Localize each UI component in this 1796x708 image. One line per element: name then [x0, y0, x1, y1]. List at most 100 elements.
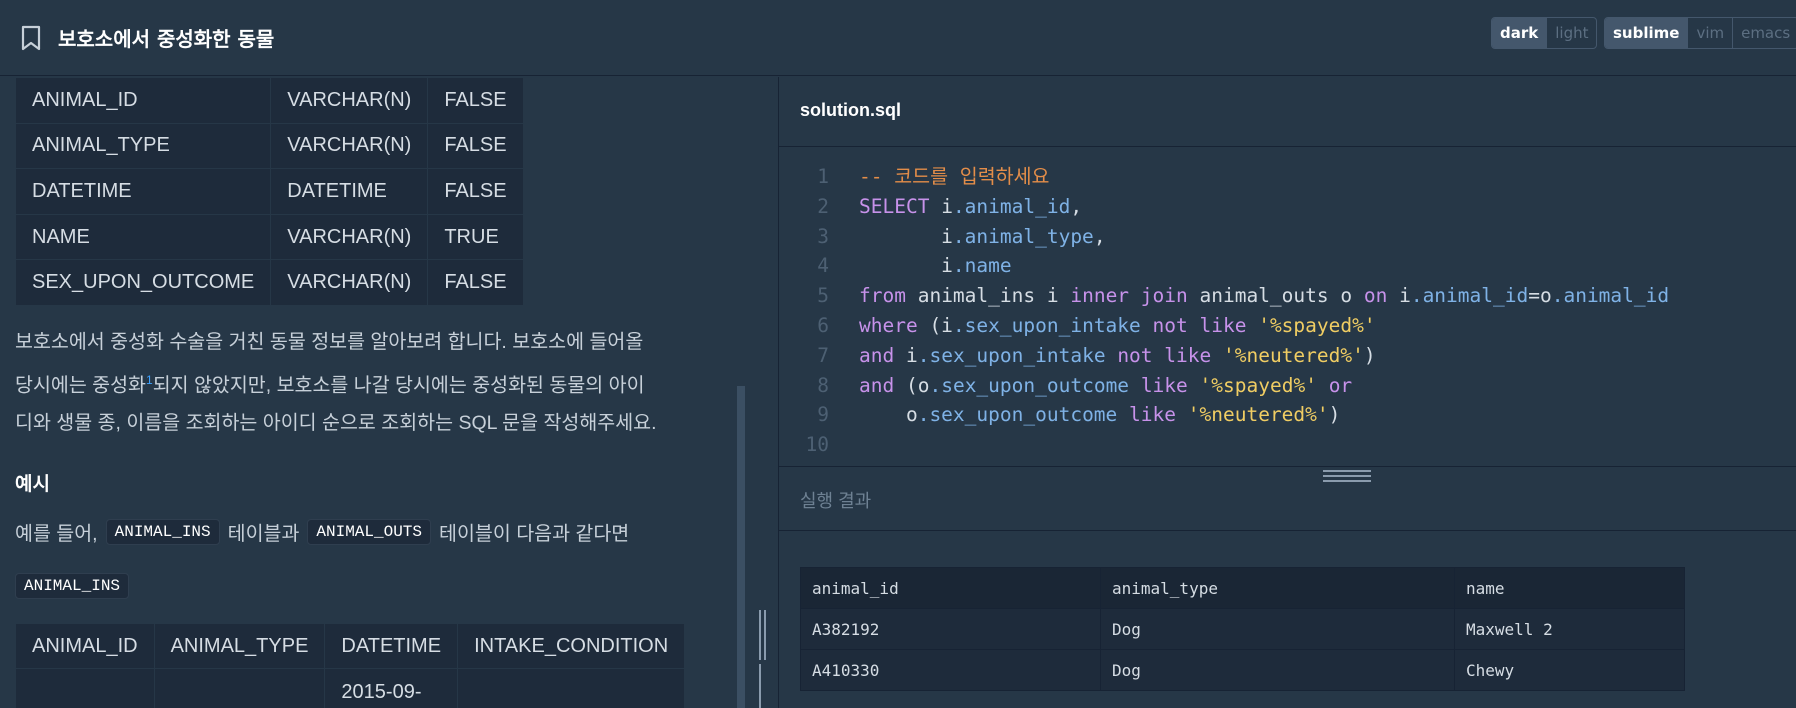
code-token: inner join: [1070, 284, 1188, 308]
code-token: .animal_type: [952, 224, 1094, 248]
result-header: 실행 결과: [779, 467, 1796, 531]
code-token: i: [894, 343, 918, 367]
code-text[interactable]: i.animal_type,: [829, 222, 1106, 252]
code-line[interactable]: 1 -- 코드를 입력하세요: [779, 162, 1669, 192]
page-title: 보호소에서 중성화한 동물: [58, 27, 275, 51]
theme-dark-option[interactable]: dark: [1492, 18, 1547, 48]
code-line[interactable]: 10: [779, 430, 1669, 460]
code-text[interactable]: i.name: [829, 251, 1012, 281]
code-text[interactable]: o.sex_upon_outcome like '%neutered%'): [829, 400, 1340, 430]
code-text[interactable]: [829, 430, 859, 460]
code-token: from: [859, 284, 906, 308]
code-text[interactable]: and i.sex_upon_intake not like '%neutere…: [829, 341, 1376, 371]
result-header-row: animal_id animal_type name: [800, 567, 1685, 609]
code-token: =o: [1528, 284, 1552, 308]
code-token: .animal_id: [1410, 284, 1529, 308]
table-cell: TRUE: [427, 213, 524, 261]
line-number: 2: [817, 194, 829, 218]
keymap-emacs-option[interactable]: emacs: [1732, 18, 1796, 48]
bookmark-icon[interactable]: [20, 25, 42, 51]
code-editor[interactable]: 1 -- 코드를 입력하세요 2 SELECT i.animal_id, 3 i.ani…: [779, 148, 1796, 468]
horizontal-split-handle[interactable]: [1323, 470, 1371, 484]
line-number: 4: [817, 254, 829, 278]
table-cell: 2015-09-: [324, 668, 459, 708]
line-number: 1: [817, 165, 829, 188]
table-header-cell: INTAKE_CONDITION: [457, 623, 686, 669]
footnote-link[interactable]: 1: [146, 373, 153, 387]
line-number: 10: [805, 433, 829, 457]
table-row: ANIMAL_ID VARCHAR(N) FALSE: [14, 77, 524, 124]
result-column-header: name: [1454, 567, 1685, 609]
table-cell: FALSE: [427, 122, 524, 170]
result-table: animal_id animal_type name A382192 Dog Maxwel…: [800, 567, 1685, 691]
code-line[interactable]: 7 and i.sex_upon_intake not like '%neuter…: [779, 341, 1669, 371]
problem-panel[interactable]: ANIMAL_ID VARCHAR(N) FALSE ANIMAL_TYPE VARCH…: [0, 77, 760, 708]
theme-light-option[interactable]: light: [1546, 18, 1596, 48]
table-cell: NAME: [14, 213, 272, 261]
table-cell: [457, 668, 686, 708]
code-token: '%spayed%': [1258, 313, 1376, 337]
code-text[interactable]: -- 코드를 입력하세요: [829, 162, 1049, 192]
file-name-tab[interactable]: solution.sql: [800, 100, 901, 121]
table-header-cell: ANIMAL_ID: [15, 623, 155, 669]
code-token: ): [1363, 343, 1376, 367]
result-column-header: animal_id: [800, 567, 1101, 609]
table-cell: [153, 668, 326, 708]
example-heading: 예시: [15, 474, 50, 495]
table-cell: ANIMAL_TYPE: [14, 122, 272, 170]
code-token: .sex_upon_intake: [952, 313, 1141, 337]
code-line[interactable]: 5 from animal_ins i inner join animal_out…: [779, 281, 1669, 311]
code-token: not like: [1152, 313, 1247, 337]
example-text-middle: 테이블과: [227, 523, 300, 545]
description-text: 당시에는 중성화: [15, 374, 146, 396]
table-row: ANIMAL_TYPE VARCHAR(N) FALSE: [14, 122, 524, 170]
code-text[interactable]: from animal_ins i inner join animal_outs…: [829, 281, 1669, 311]
code-chip-table-name: ANIMAL_INS: [15, 573, 130, 599]
code-line[interactable]: 4 i.name: [779, 251, 1669, 281]
keymap-vim-option[interactable]: vim: [1687, 18, 1732, 48]
keymap-sublime-option[interactable]: sublime: [1605, 18, 1688, 48]
table-cell: SEX_UPON_OUTCOME: [14, 259, 272, 306]
editor-panel: solution.sql 1 -- 코드를 입력하세요 2 SELECT i.anim…: [778, 77, 1796, 708]
code-token: ,: [1093, 224, 1106, 248]
result-cell: A410330: [800, 649, 1101, 691]
code-token: i: [859, 254, 953, 278]
schema-table: ANIMAL_ID VARCHAR(N) FALSE ANIMAL_TYPE VARCH…: [14, 77, 524, 306]
line-number: 7: [817, 343, 829, 367]
code-token: animal_ins i: [905, 284, 1071, 308]
code-text[interactable]: where (i.sex_upon_intake not like '%spay…: [829, 311, 1376, 341]
theme-toggle: dark light: [1491, 17, 1598, 49]
problem-scrollbar[interactable]: [737, 386, 745, 708]
table-cell: VARCHAR(N): [270, 122, 429, 170]
code-text[interactable]: SELECT i.animal_id,: [829, 192, 1082, 222]
code-line[interactable]: 8 and (o.sex_upon_outcome like '%spayed%'…: [779, 371, 1669, 401]
code-line[interactable]: 6 where (i.sex_upon_intake not like '%spa…: [779, 311, 1669, 341]
result-cell: Maxwell 2: [1454, 608, 1685, 650]
line-number: 6: [817, 313, 829, 337]
code-line[interactable]: 3 i.animal_type,: [779, 222, 1669, 252]
example-text-before: 예를 들어,: [15, 523, 98, 545]
table-cell: FALSE: [427, 77, 524, 124]
result-cell: Chewy: [1454, 649, 1685, 691]
code-token: .name: [952, 254, 1012, 278]
code-token: animal_outs o: [1187, 284, 1364, 308]
table-cell: VARCHAR(N): [270, 77, 429, 124]
table-header-cell: ANIMAL_TYPE: [153, 623, 326, 669]
code-token: '%spayed%': [1199, 373, 1317, 397]
code-line[interactable]: 9 o.sex_upon_outcome like '%neutered%'): [779, 400, 1669, 430]
code-lines[interactable]: 1 -- 코드를 입력하세요 2 SELECT i.animal_id, 3 i.ani…: [779, 162, 1670, 460]
table-cell: [15, 668, 155, 708]
code-token: where: [859, 313, 918, 337]
table-row: 2015-09-: [15, 668, 686, 708]
code-text[interactable]: and (o.sex_upon_outcome like '%spayed%' …: [829, 371, 1352, 401]
code-token: i: [929, 194, 953, 218]
code-line[interactable]: 2 SELECT i.animal_id,: [779, 192, 1669, 222]
code-token: and: [859, 343, 895, 367]
description-line: 보호소에서 중성화 수술을 거친 동물 정보를 알아보려 합니다. 보호소에 들…: [15, 331, 644, 353]
vertical-split-handle[interactable]: [759, 610, 773, 708]
problem-description: 보호소에서 중성화 수술을 거친 동물 정보를 알아보려 합니다. 보호소에 들…: [15, 324, 730, 442]
code-token: .sex_upon_outcome: [917, 403, 1118, 427]
